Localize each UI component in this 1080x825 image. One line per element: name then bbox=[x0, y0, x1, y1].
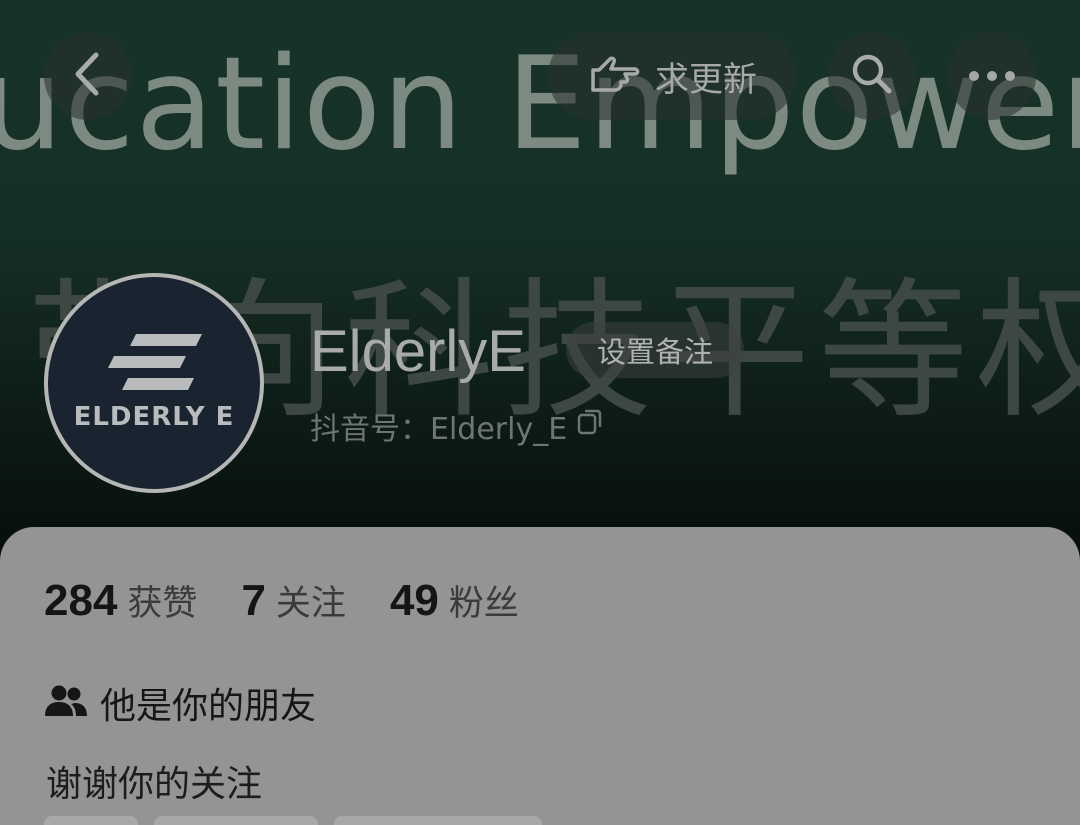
search-icon bbox=[849, 51, 895, 101]
stat-following-label: 关注 bbox=[275, 584, 346, 624]
chevron-left-icon bbox=[68, 51, 108, 101]
stat-following[interactable]: 7 关注 bbox=[241, 575, 346, 626]
douyin-id: 抖音号：Elderly_E bbox=[310, 404, 603, 448]
back-button[interactable] bbox=[44, 32, 132, 120]
search-button[interactable] bbox=[828, 32, 916, 120]
stat-followers[interactable]: 49 粉丝 bbox=[390, 575, 519, 626]
stat-following-value: 7 bbox=[241, 576, 266, 625]
friend-status: 他是你的朋友 bbox=[44, 677, 316, 729]
douyin-id-text: 抖音号：Elderly_E bbox=[310, 412, 568, 447]
elderly-e-logo-icon bbox=[106, 334, 202, 394]
profile-tag[interactable] bbox=[334, 816, 542, 825]
set-remark-button[interactable]: 设置备注 bbox=[566, 322, 744, 378]
pointing-hand-icon bbox=[587, 52, 641, 100]
profile-tags bbox=[44, 816, 542, 825]
more-button[interactable] bbox=[948, 32, 1036, 120]
stat-likes[interactable]: 284 获赞 bbox=[44, 575, 197, 626]
friend-status-text: 他是你的朋友 bbox=[100, 686, 317, 727]
profile-bio: 谢谢你的关注 bbox=[46, 764, 263, 805]
more-dots-icon bbox=[969, 71, 1015, 81]
banner-text-english: ucation Empowers El bbox=[0, 30, 1080, 179]
profile-name: ElderlyE bbox=[310, 319, 526, 384]
profile-tag[interactable] bbox=[44, 816, 138, 825]
stat-followers-label: 粉丝 bbox=[448, 584, 519, 624]
avatar-logo-text: ELDERLY E bbox=[73, 402, 235, 432]
request-update-button[interactable]: 求更新 bbox=[548, 32, 796, 120]
people-icon bbox=[44, 684, 88, 722]
profile-info-panel: 284 获赞 7 关注 49 粉丝 他是你的朋友 谢谢你的关注 bbox=[0, 527, 1080, 825]
stat-followers-value: 49 bbox=[389, 576, 439, 625]
stats-row: 284 获赞 7 关注 49 粉丝 bbox=[44, 575, 563, 626]
request-update-label: 求更新 bbox=[655, 59, 757, 100]
avatar[interactable]: ELDERLY E bbox=[44, 273, 264, 493]
profile-tag[interactable] bbox=[154, 816, 318, 825]
copy-icon[interactable] bbox=[577, 408, 603, 444]
stat-likes-value: 284 bbox=[44, 576, 118, 625]
stat-likes-label: 获赞 bbox=[127, 584, 198, 624]
